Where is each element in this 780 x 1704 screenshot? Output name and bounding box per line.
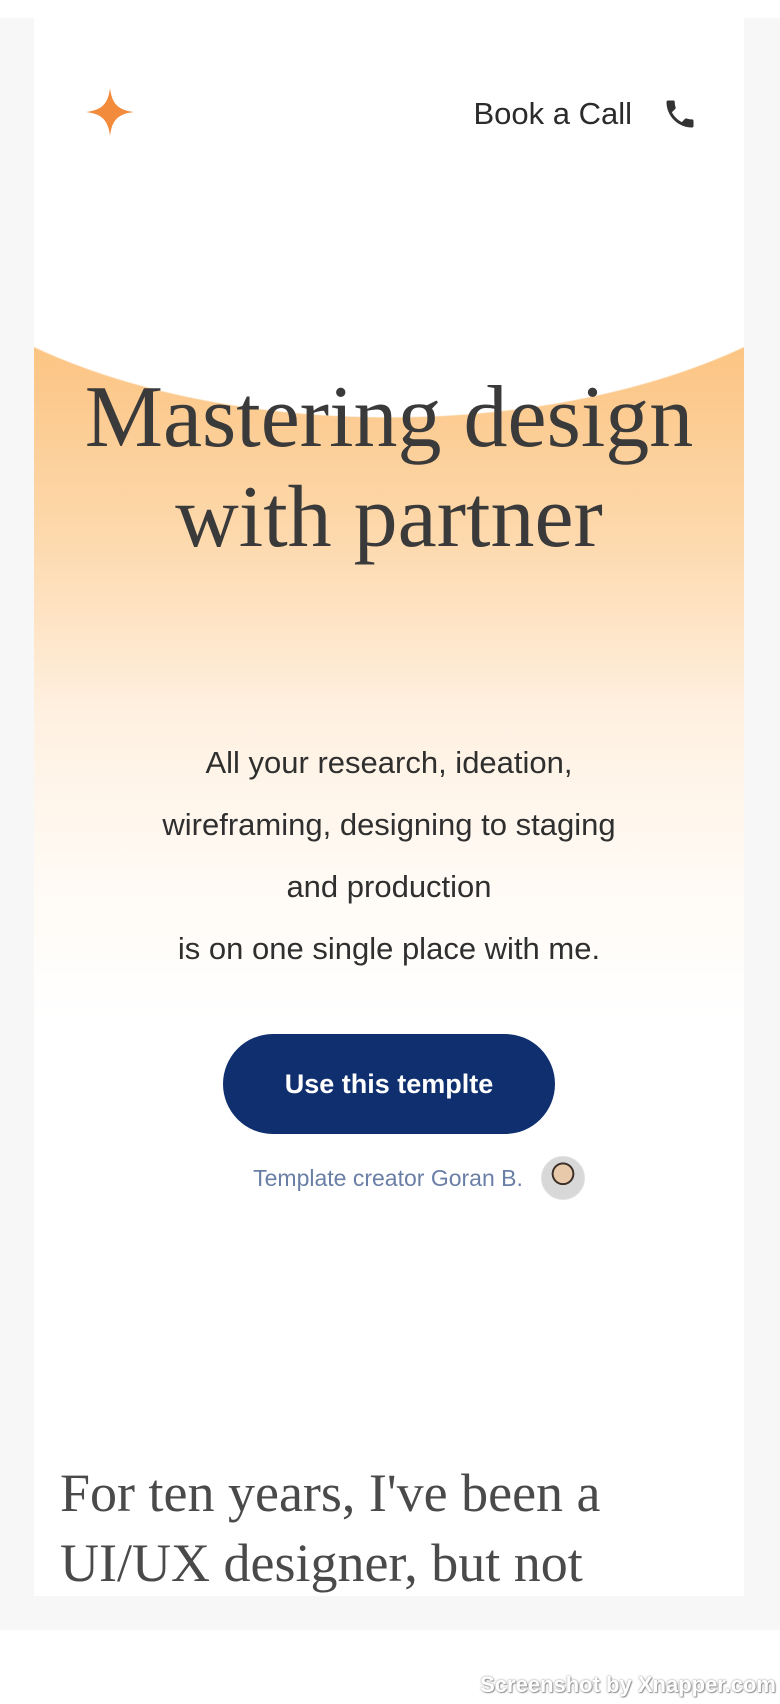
use-template-button[interactable]: Use this templte	[223, 1034, 555, 1134]
hero-subtitle-line: and production	[286, 869, 492, 904]
hero-subtitle-line: wireframing, designing to staging	[162, 807, 616, 842]
hero-subtitle: All your research, ideation, wireframing…	[94, 732, 684, 980]
hero-subtitle-line: is on one single place with me.	[177, 931, 601, 966]
creator-label: Template creator Goran B.	[253, 1164, 523, 1191]
phone-icon	[666, 100, 694, 128]
hero-subtitle-line: All your research, ideation,	[205, 745, 573, 780]
book-call-label: Book a Call	[473, 96, 632, 131]
watermark: Screenshot by Xnapper.com	[480, 1672, 776, 1697]
template-creator[interactable]: Template creator Goran B.	[64, 1156, 744, 1200]
page-card: Book a Call Mastering design with partne…	[34, 18, 744, 1596]
page-frame: Book a Call Mastering design with partne…	[0, 18, 780, 1630]
avatar	[540, 1156, 585, 1200]
about-heading: For ten years, I've been a UI/UX designe…	[60, 1463, 601, 1593]
hero-title: Mastering design with partner	[84, 369, 694, 566]
sparkle-icon[interactable]	[86, 88, 134, 136]
book-call-button[interactable]: Book a Call	[473, 92, 698, 136]
